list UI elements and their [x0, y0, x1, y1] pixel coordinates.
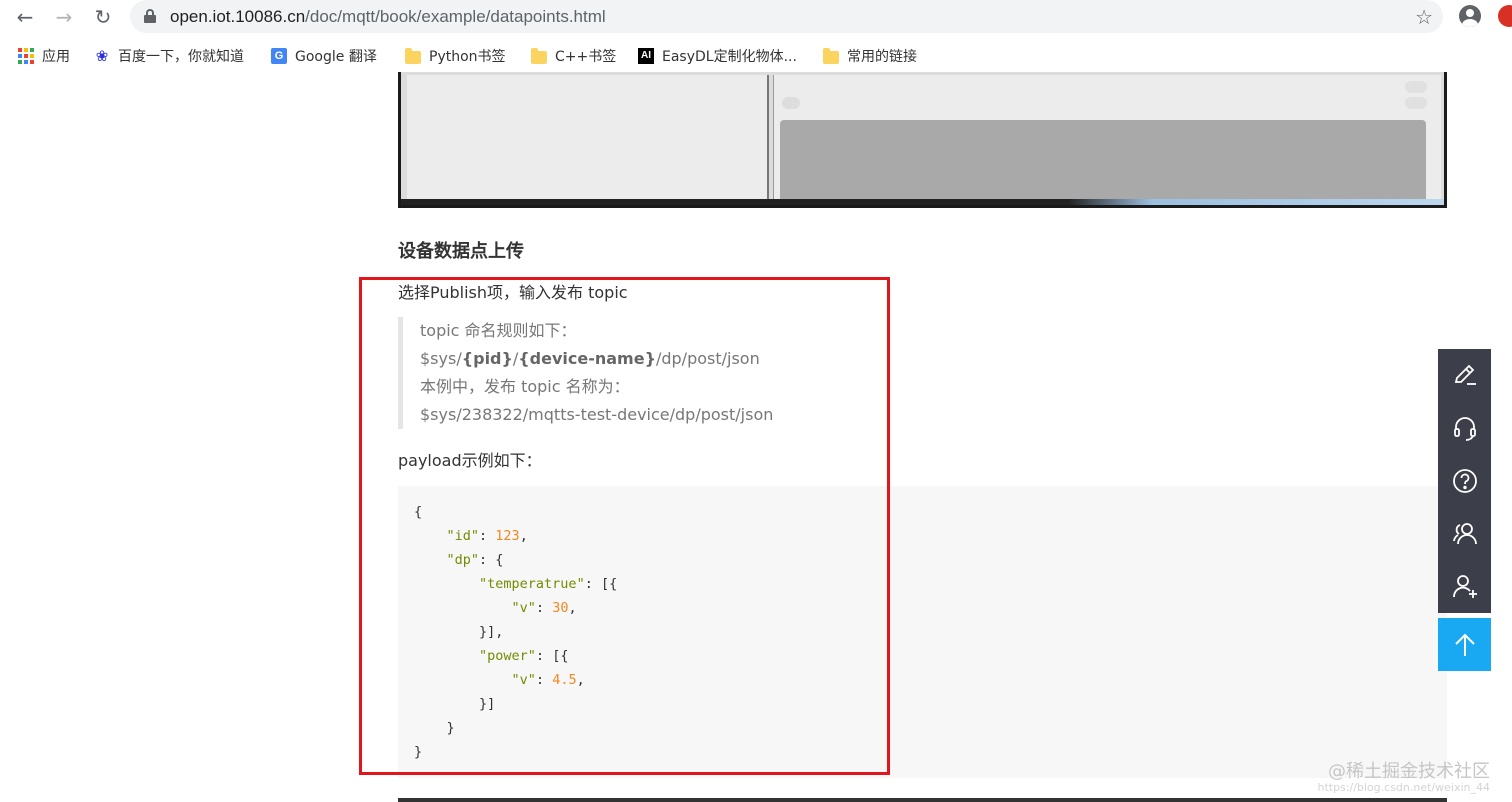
bookmark-baidu[interactable]: ❀ 百度一下，你就知道 — [94, 46, 244, 66]
payload-code-block[interactable]: { "id": 123, "dp": { "temperatrue": [{ "… — [398, 486, 1447, 778]
baidu-paw-icon: ❀ — [95, 47, 109, 65]
quote-line-1: topic 命名规则如下： — [420, 321, 577, 340]
payload-json: { "id": 123, "dp": { "temperatrue": [{ "… — [414, 504, 618, 760]
back-to-top-button[interactable] — [1438, 618, 1491, 671]
bookmark-star-icon[interactable]: ☆ — [1415, 5, 1433, 29]
customer-service-headset-icon[interactable] — [1438, 402, 1491, 454]
community-users-icon[interactable] — [1438, 507, 1491, 559]
screenshot-left-panel — [407, 75, 769, 199]
folder-icon — [405, 48, 421, 64]
watermark-url: https://blog.csdn.net/weixin_44 — [1317, 781, 1490, 794]
topic-blockquote: topic 命名规则如下： $sys/{pid}/{device-name}/d… — [398, 317, 868, 429]
section-title: 设备数据点上传 — [398, 241, 524, 262]
screenshot-bottom-strip — [401, 199, 1444, 205]
bookmark-apps[interactable]: 应用 — [18, 46, 70, 66]
bookmark-easydl[interactable]: AI EasyDL定制化物体... — [638, 46, 797, 66]
bookmark-label: Google 翻译 — [295, 49, 377, 65]
bookmark-label: Python书签 — [429, 49, 506, 65]
floating-side-toolbar — [1438, 349, 1491, 613]
bookmark-google-translate[interactable]: G Google 翻译 — [271, 46, 377, 66]
bookmark-label: C++书签 — [555, 49, 617, 65]
screenshot-gray-area — [780, 120, 1426, 199]
watermark-text: @稀土掘金技术社区 — [1328, 761, 1490, 782]
bookmark-label: 常用的链接 — [847, 49, 917, 65]
quote-line-4: $sys/238322/mqtts-test-device/dp/post/js… — [420, 405, 774, 424]
pid-placeholder: {pid} — [461, 349, 513, 368]
page-content: 设备数据点上传 选择Publish项，输入发布 topic topic 命名规则… — [0, 72, 1512, 802]
profile-avatar-icon[interactable] — [1459, 5, 1481, 27]
edit-pen-icon[interactable] — [1438, 349, 1491, 401]
url-text[interactable]: open.iot.10086.cn/doc/mqtt/book/example/… — [170, 7, 606, 27]
bookmark-label: 应用 — [42, 49, 70, 65]
reload-icon[interactable]: ↻ — [90, 4, 116, 30]
bookmark-python-folder[interactable]: Python书签 — [405, 46, 506, 66]
quote-line-3: 本例中，发布 topic 名称为： — [420, 377, 630, 396]
bookmark-common-links-folder[interactable]: 常用的链接 — [823, 46, 917, 66]
screenshot-right-panel — [773, 75, 1441, 199]
extension-icon[interactable] — [1498, 5, 1512, 27]
bookmark-label: EasyDL定制化物体... — [662, 49, 797, 65]
lock-icon — [144, 9, 156, 23]
browser-toolbar: ← → ↻ open.iot.10086.cn/doc/mqtt/book/ex… — [0, 0, 1512, 34]
url-host: open.iot.10086.cn — [170, 7, 306, 26]
device-name-placeholder: {device-name} — [518, 349, 656, 368]
bookmark-cpp-folder[interactable]: C++书签 — [531, 46, 616, 66]
arrow-up-icon — [1454, 633, 1475, 656]
embedded-screenshot-image — [398, 72, 1447, 208]
next-image-top-edge — [398, 798, 1447, 802]
folder-icon — [531, 48, 547, 64]
bookmark-label: 百度一下，你就知道 — [118, 49, 244, 65]
add-user-icon[interactable] — [1438, 560, 1491, 612]
back-arrow-icon[interactable]: ← — [12, 4, 38, 30]
intro-paragraph: 选择Publish项，输入发布 topic — [398, 283, 628, 302]
forward-arrow-icon[interactable]: → — [51, 4, 77, 30]
help-question-icon[interactable] — [1438, 455, 1491, 507]
ai-logo-icon: AI — [638, 48, 654, 64]
payload-label: payload示例如下： — [398, 451, 542, 470]
address-bar[interactable]: open.iot.10086.cn/doc/mqtt/book/example/… — [130, 0, 1443, 33]
folder-icon — [823, 48, 839, 64]
url-path: /doc/mqtt/book/example/datapoints.html — [305, 7, 606, 26]
quote-line-2: $sys/{pid}/{device-name}/dp/post/json — [420, 349, 760, 368]
google-translate-icon: G — [271, 48, 287, 64]
bookmarks-bar: 应用 ❀ 百度一下，你就知道 G Google 翻译 Python书签 C++书… — [0, 40, 1512, 72]
apps-grid-icon — [18, 48, 34, 64]
